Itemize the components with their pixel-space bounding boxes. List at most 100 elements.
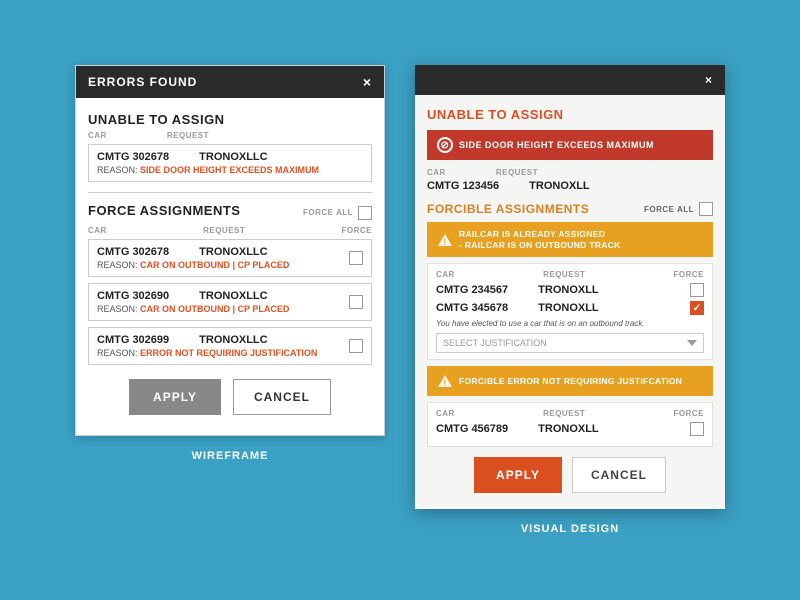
force-checkbox-1[interactable] bbox=[349, 295, 363, 309]
select-justification-dropdown[interactable]: SELECT JUSTIFICATION bbox=[436, 333, 704, 353]
visual-force-all: FORCE ALL bbox=[644, 202, 713, 216]
visual-force-car-label-1: CMTG 345678 TRONOXLL bbox=[436, 302, 599, 314]
svg-text:!: ! bbox=[444, 238, 447, 247]
visual-force-all-checkbox[interactable] bbox=[699, 202, 713, 216]
wireframe-apply-button[interactable]: APPLY bbox=[129, 379, 221, 415]
vis2-col-force: FORCE bbox=[673, 409, 704, 418]
wireframe-label: WIREFRAME bbox=[192, 450, 269, 462]
wireframe-force-all-checkbox[interactable] bbox=[358, 206, 372, 220]
vis-force-checkbox-1[interactable] bbox=[690, 301, 704, 315]
wireframe-force-reason-0: REASON: CAR ON OUTBOUND | CP PLACED bbox=[97, 260, 349, 270]
visual-label: VISUAL DESIGN bbox=[521, 523, 619, 535]
force-request-2: TRONOXLLC bbox=[199, 334, 267, 346]
wireframe-close-icon[interactable]: × bbox=[363, 74, 372, 90]
svg-text:!: ! bbox=[444, 379, 447, 388]
wireframe-unable-card-0: CMTG 302678 TRONOXLLC REASON: SIDE DOOR … bbox=[88, 144, 372, 182]
visual-force-table-header: CAR REQUEST FORCE bbox=[436, 270, 704, 279]
visual-cancel-button[interactable]: CANCEL bbox=[572, 457, 666, 493]
force-col-car: CAR bbox=[88, 226, 107, 235]
visual-wrapper: × UNABLE TO ASSIGN ⊘ SIDE DOOR HEIGHT EX… bbox=[415, 65, 725, 535]
force-col-request: REQUEST bbox=[203, 226, 245, 235]
wireframe-wrapper: ERRORS FOUND × UNABLE TO ASSIGN CAR REQU… bbox=[75, 65, 385, 462]
vis-error-car: CMTG 456789 bbox=[436, 423, 508, 435]
force-car-0: CMTG 302678 bbox=[97, 246, 169, 258]
wireframe-force-row-2: CMTG 302699 TRONOXLLC bbox=[97, 334, 349, 346]
visual-forcible-header: FORCIBLE ASSIGNMENTS FORCE ALL bbox=[427, 202, 713, 216]
wireframe-force-col-labels: CAR REQUEST FORCE bbox=[88, 226, 372, 235]
wireframe-force-reason-2: REASON: ERROR NOT REQUIRING JUSTIFICATIO… bbox=[97, 348, 349, 358]
wireframe-body: UNABLE TO ASSIGN CAR REQUEST CMTG 302678… bbox=[76, 98, 384, 435]
unable-request-0: TRONOXLLC bbox=[199, 151, 267, 163]
wireframe-force-left-1: CMTG 302690 TRONOXLLC REASON: CAR ON OUT… bbox=[97, 290, 349, 314]
visual-force-all-label: FORCE ALL bbox=[644, 205, 694, 214]
wireframe-force-row-0: CMTG 302678 TRONOXLLC bbox=[97, 246, 349, 258]
visual-force-table-2-header: CAR REQUEST FORCE bbox=[436, 409, 704, 418]
wireframe-unable-row-0: CMTG 302678 TRONOXLLC bbox=[97, 151, 363, 163]
visual-force-table-2: CAR REQUEST FORCE CMTG 456789 TRONOXLL bbox=[427, 402, 713, 447]
vis-error-checkbox[interactable] bbox=[690, 422, 704, 436]
main-container: ERRORS FOUND × UNABLE TO ASSIGN CAR REQU… bbox=[0, 45, 800, 555]
vis-col-request: REQUEST bbox=[496, 168, 538, 177]
vis-force-col-force: FORCE bbox=[673, 270, 704, 279]
wireframe-force-all-label: FORCE ALL bbox=[303, 208, 353, 217]
vis2-col-request: REQUEST bbox=[543, 409, 585, 418]
visual-force-error-row: CMTG 456789 TRONOXLL bbox=[436, 422, 704, 436]
col-car-label: CAR bbox=[88, 131, 107, 140]
force-checkbox-2[interactable] bbox=[349, 339, 363, 353]
visual-force-table: CAR REQUEST FORCE CMTG 234567 TRONOXLL bbox=[427, 263, 713, 360]
warning-text: RAILCAR IS ALREADY ASSIGNED - RAILCAR IS… bbox=[459, 229, 621, 250]
justification-note: You have elected to use a car that is on… bbox=[436, 319, 704, 328]
wireframe-force-card-1: CMTG 302690 TRONOXLLC REASON: CAR ON OUT… bbox=[88, 283, 372, 321]
visual-unable-car-row-0: CMTG 123456 TRONOXLL bbox=[427, 180, 713, 192]
wireframe-panel: ERRORS FOUND × UNABLE TO ASSIGN CAR REQU… bbox=[75, 65, 385, 436]
wireframe-divider bbox=[88, 192, 372, 193]
col-request-label: REQUEST bbox=[167, 131, 209, 140]
force-car-2: CMTG 302699 bbox=[97, 334, 169, 346]
visual-close-icon[interactable]: × bbox=[705, 73, 713, 87]
wireframe-force-reason-1: REASON: CAR ON OUTBOUND | CP PLACED bbox=[97, 304, 349, 314]
visual-warning-banner: ! RAILCAR IS ALREADY ASSIGNED - RAILCAR … bbox=[427, 222, 713, 257]
wireframe-force-title: FORCE ASSIGNMENTS bbox=[88, 203, 240, 218]
visual-unable-car-0: CMTG 123456 bbox=[427, 180, 499, 192]
wireframe-force-left-2: CMTG 302699 TRONOXLLC REASON: ERROR NOT … bbox=[97, 334, 349, 358]
visual-buttons: APPLY CANCEL bbox=[427, 457, 713, 497]
warning-line2: - RAILCAR IS ON OUTBOUND TRACK bbox=[459, 240, 621, 250]
wireframe-cancel-button[interactable]: CANCEL bbox=[233, 379, 331, 415]
force-car-1: CMTG 302690 bbox=[97, 290, 169, 302]
vis-force-col-request: REQUEST bbox=[543, 270, 585, 279]
visual-force-car-row-1: CMTG 345678 TRONOXLL bbox=[436, 301, 704, 315]
wireframe-force-card-0: CMTG 302678 TRONOXLLC REASON: CAR ON OUT… bbox=[88, 239, 372, 277]
visual-unable-col-labels: CAR REQUEST bbox=[427, 168, 713, 177]
wireframe-title: ERRORS FOUND bbox=[88, 75, 197, 89]
wireframe-force-row-1: CMTG 302690 TRONOXLLC bbox=[97, 290, 349, 302]
wireframe-unable-title: UNABLE TO ASSIGN bbox=[88, 112, 372, 127]
visual-unable-request-0: TRONOXLL bbox=[529, 180, 590, 192]
visual-force-car-label-0: CMTG 234567 TRONOXLL bbox=[436, 284, 599, 296]
visual-error-banner: ⊘ SIDE DOOR HEIGHT EXCEEDS MAXIMUM bbox=[427, 130, 713, 160]
wireframe-force-header: FORCE ASSIGNMENTS FORCE ALL bbox=[88, 203, 372, 222]
warning-line1: RAILCAR IS ALREADY ASSIGNED bbox=[459, 229, 621, 239]
wireframe-force-card-2: CMTG 302699 TRONOXLLC REASON: ERROR NOT … bbox=[88, 327, 372, 365]
wireframe-buttons: APPLY CANCEL bbox=[88, 379, 372, 421]
unable-reason-0: REASON: SIDE DOOR HEIGHT EXCEEDS MAXIMUM bbox=[97, 165, 363, 175]
visual-force-error-label: CMTG 456789 TRONOXLL bbox=[436, 423, 599, 435]
force-checkbox-0[interactable] bbox=[349, 251, 363, 265]
visual-forcible-title: FORCIBLE ASSIGNMENTS bbox=[427, 202, 589, 216]
vis-force-request-1: TRONOXLL bbox=[538, 302, 599, 314]
wireframe-force-left-0: CMTG 302678 TRONOXLLC REASON: CAR ON OUT… bbox=[97, 246, 349, 270]
force-col-force: FORCE bbox=[341, 226, 372, 235]
visual-apply-button[interactable]: APPLY bbox=[474, 457, 562, 493]
vis-force-car-0: CMTG 234567 bbox=[436, 284, 508, 296]
warning-triangle-icon: ! bbox=[437, 232, 453, 248]
vis-force-checkbox-0[interactable] bbox=[690, 283, 704, 297]
visual-forcible-error-banner: ! FORCIBLE ERROR NOT REQUIRING JUSTIFCAT… bbox=[427, 366, 713, 396]
forcible-error-text: FORCIBLE ERROR NOT REQUIRING JUSTIFCATIO… bbox=[459, 376, 682, 386]
visual-panel: × UNABLE TO ASSIGN ⊘ SIDE DOOR HEIGHT EX… bbox=[415, 65, 725, 509]
force-request-0: TRONOXLLC bbox=[199, 246, 267, 258]
visual-header: × bbox=[415, 65, 725, 95]
wireframe-unable-col-labels: CAR REQUEST bbox=[88, 131, 372, 140]
forcible-error-warning-icon: ! bbox=[437, 373, 453, 389]
vis-force-col-car: CAR bbox=[436, 270, 455, 279]
unable-reason-text-0: SIDE DOOR HEIGHT EXCEEDS MAXIMUM bbox=[140, 165, 319, 175]
wireframe-force-all: FORCE ALL bbox=[303, 206, 372, 220]
